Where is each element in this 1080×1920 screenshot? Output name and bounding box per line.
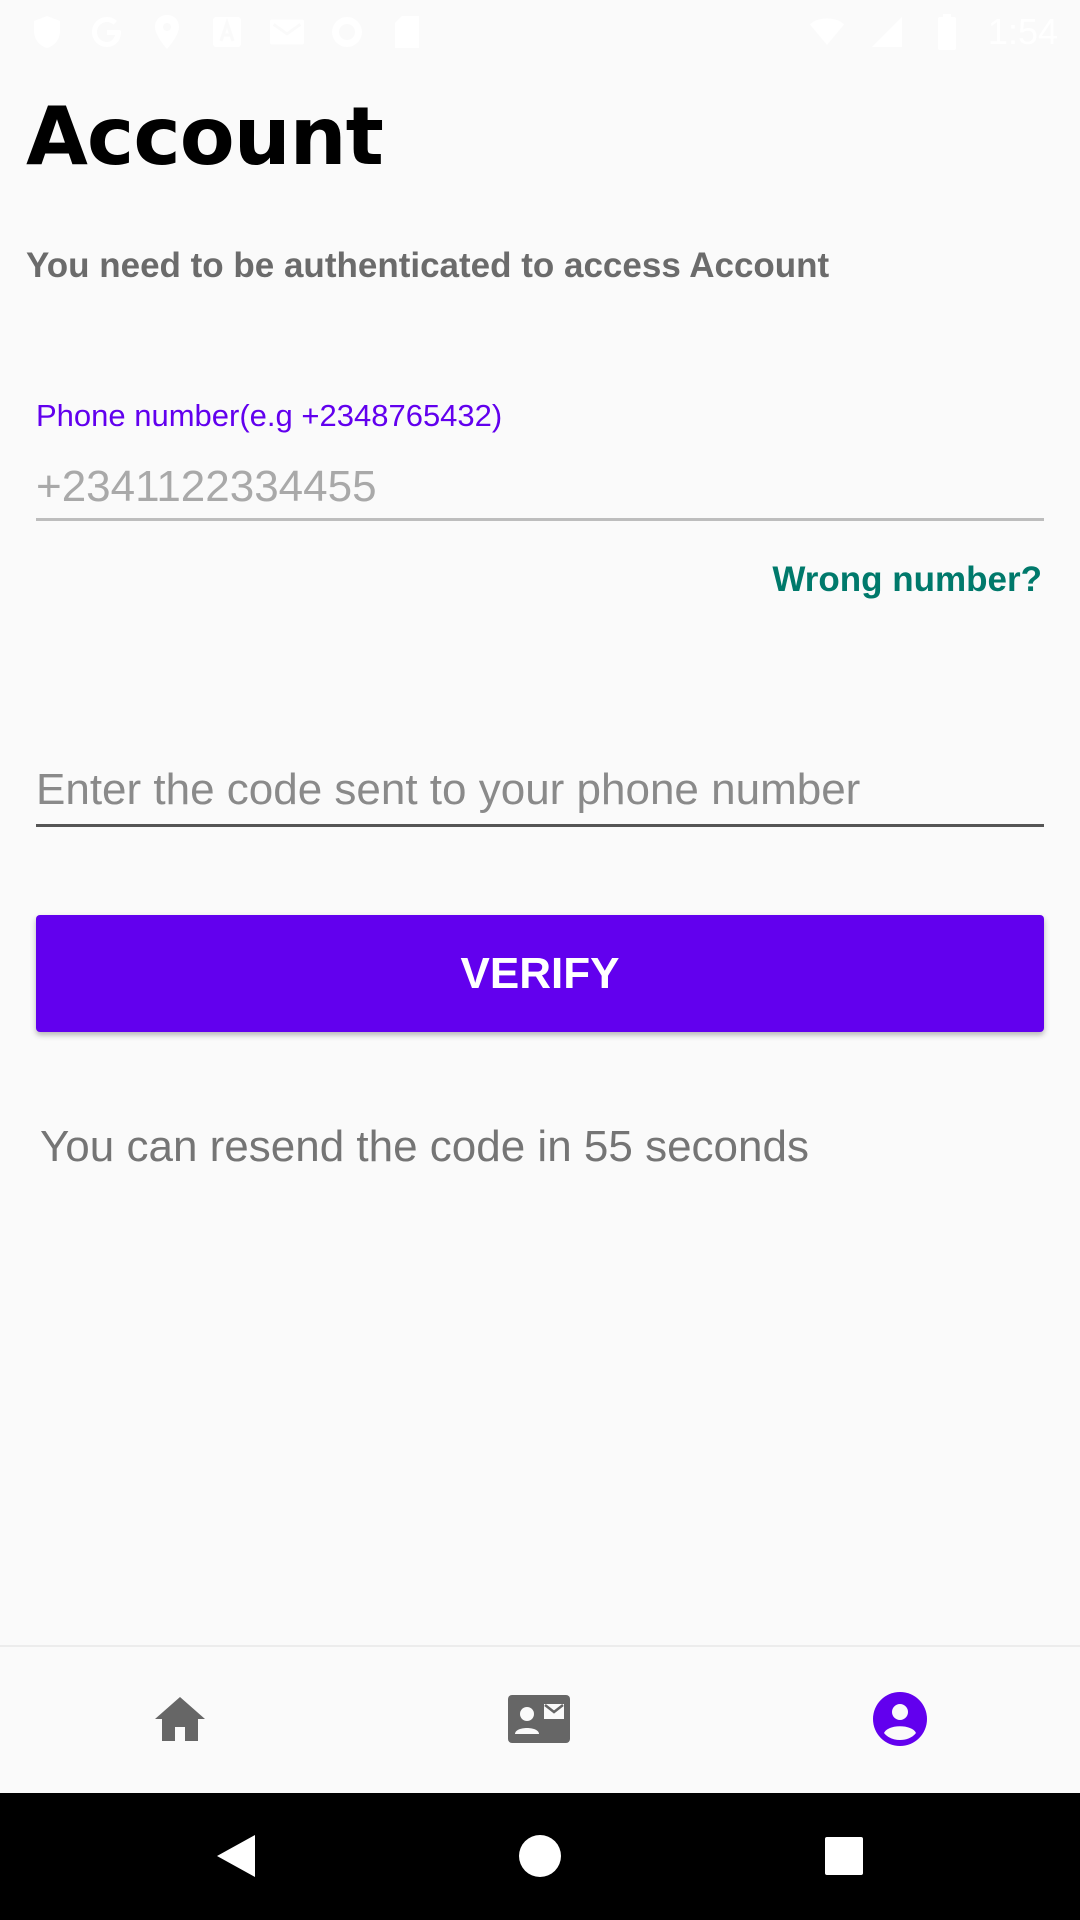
page-title: Account [26,90,384,183]
recents-square-icon [824,1836,864,1881]
status-left-icons [28,13,426,51]
nav-item-contacts[interactable] [479,1647,599,1795]
signal-icon [868,13,906,51]
sd-card-icon [388,13,426,51]
nav-item-account[interactable] [840,1647,960,1795]
status-time: 1:54 [987,10,1058,52]
home-icon [153,1695,207,1748]
sync-icon [328,13,366,51]
nav-item-home[interactable] [120,1647,240,1795]
bottom-navigation [0,1645,1080,1793]
location-icon [148,13,186,51]
gmail-icon [268,13,306,51]
battery-icon [928,13,966,51]
text-icon [208,13,246,51]
status-right-icons: 1:54 [808,11,1058,53]
contact-card-icon [507,1694,571,1749]
phone-field-label: Phone number(e.g +2348765432) [36,398,503,433]
system-navigation-bar [0,1793,1080,1920]
back-triangle-icon [215,1833,257,1884]
auth-message: You need to be authenticated to access A… [26,246,830,285]
phone-number-input[interactable] [36,455,1044,521]
home-system-button[interactable] [490,1813,590,1903]
google-icon [88,13,126,51]
wifi-icon [808,13,846,51]
verification-code-input[interactable] [36,755,1044,827]
wrong-number-link[interactable]: Wrong number? [772,560,1042,600]
home-circle-icon [518,1834,562,1883]
shield-icon [28,13,66,51]
back-button[interactable] [186,1813,286,1903]
recents-button[interactable] [794,1813,894,1903]
resend-code-message: You can resend the code in 55 seconds [40,1122,809,1171]
verify-button[interactable]: VERIFY [36,915,1044,1032]
account-circle-icon [872,1691,928,1752]
status-bar: 1:54 [0,0,1080,63]
